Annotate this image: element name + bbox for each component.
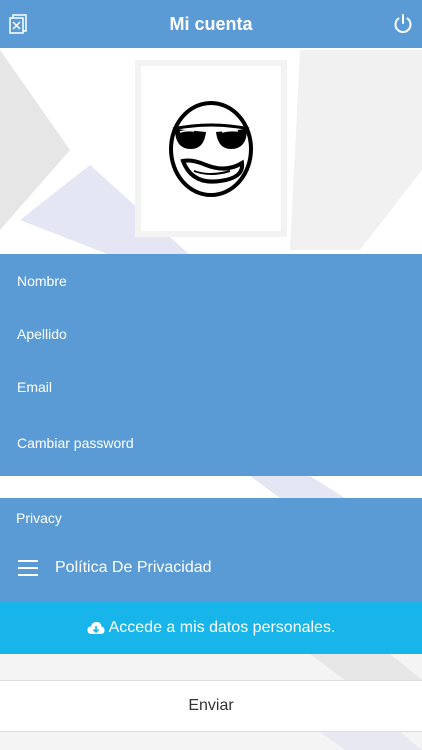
privacy-panel: Privacy Política De Privacidad [0, 498, 422, 602]
personal-data-button[interactable]: Accede a mis datos personales. [0, 602, 422, 654]
app-header: Mi cuenta [0, 0, 422, 48]
account-fields: Nombre Apellido Email Cambiar password [0, 254, 422, 476]
surname-field[interactable]: Apellido [17, 326, 67, 342]
privacy-policy-link[interactable]: Política De Privacidad [0, 550, 422, 590]
avatar[interactable] [135, 60, 287, 237]
sunglasses-smiley-icon [169, 100, 253, 197]
personal-data-label: Accede a mis datos personales. [108, 619, 336, 636]
hamburger-menu-icon [18, 560, 38, 578]
privacy-section-label: Privacy [16, 510, 62, 526]
privacy-policy-label: Política De Privacidad [55, 559, 212, 576]
close-box-icon[interactable] [8, 13, 30, 35]
name-field[interactable]: Nombre [17, 273, 67, 289]
power-icon[interactable] [392, 13, 414, 35]
change-password-field[interactable]: Cambiar password [17, 435, 134, 451]
email-field[interactable]: Email [17, 379, 52, 395]
cloud-download-icon [87, 622, 105, 634]
page-title: Mi cuenta [169, 13, 253, 34]
send-button[interactable]: Enviar [0, 680, 422, 732]
send-label: Enviar [188, 697, 234, 714]
